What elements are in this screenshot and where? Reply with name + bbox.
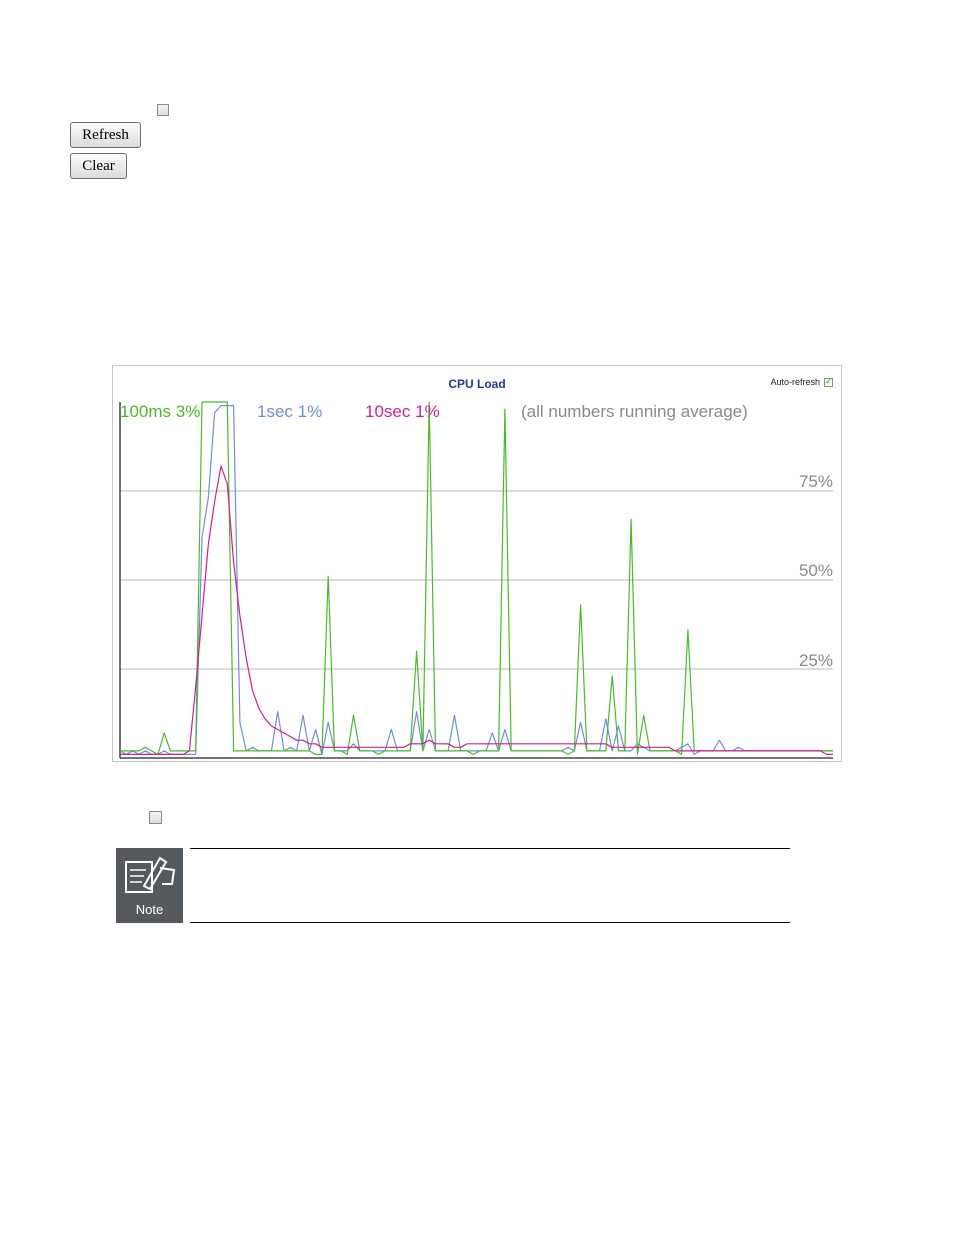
tick-label-25: 25% xyxy=(798,651,833,670)
note-bottom-rule xyxy=(190,922,790,923)
tick-label-75: 75% xyxy=(798,472,833,491)
legend-100ms-name: 100ms xyxy=(120,402,172,421)
auto-refresh-checkbox[interactable] xyxy=(157,104,169,116)
legend-1sec: 1sec 1% xyxy=(257,402,322,422)
series-line-100ms xyxy=(120,401,833,755)
note-pencil-icon xyxy=(125,856,176,893)
note-top-rule xyxy=(190,848,790,849)
cpu-load-chart: CPU Load Auto-refresh ✓ 100ms 3% 1sec 1%… xyxy=(112,365,842,762)
note-label: Note xyxy=(135,902,164,917)
chart-title: CPU Load xyxy=(448,377,506,391)
legend-1sec-value: 1% xyxy=(297,402,323,421)
legend-10sec: 10sec 1% xyxy=(365,402,440,422)
chart-auto-refresh-label: Auto-refresh xyxy=(770,377,820,387)
legend-100ms-value: 3% xyxy=(175,402,201,421)
legend-1sec-name: 1sec xyxy=(257,402,293,421)
bottom-checkbox[interactable] xyxy=(149,811,162,824)
series-line-10sec xyxy=(120,465,833,755)
chart-auto-refresh[interactable]: Auto-refresh ✓ xyxy=(770,377,833,387)
chart-auto-refresh-checkbox[interactable]: ✓ xyxy=(824,377,833,387)
cpu-load-plot xyxy=(119,401,833,759)
legend-100ms: 100ms 3% xyxy=(120,402,200,422)
refresh-button[interactable]: Refresh xyxy=(70,122,141,148)
note-icon: Note xyxy=(116,848,183,923)
tick-label-50: 50% xyxy=(798,561,833,580)
legend-10sec-name: 10sec xyxy=(365,402,411,421)
clear-button[interactable]: Clear xyxy=(70,153,127,179)
chart-annotation: (all numbers running average) xyxy=(521,402,748,421)
legend-10sec-value: 1% xyxy=(415,402,440,421)
